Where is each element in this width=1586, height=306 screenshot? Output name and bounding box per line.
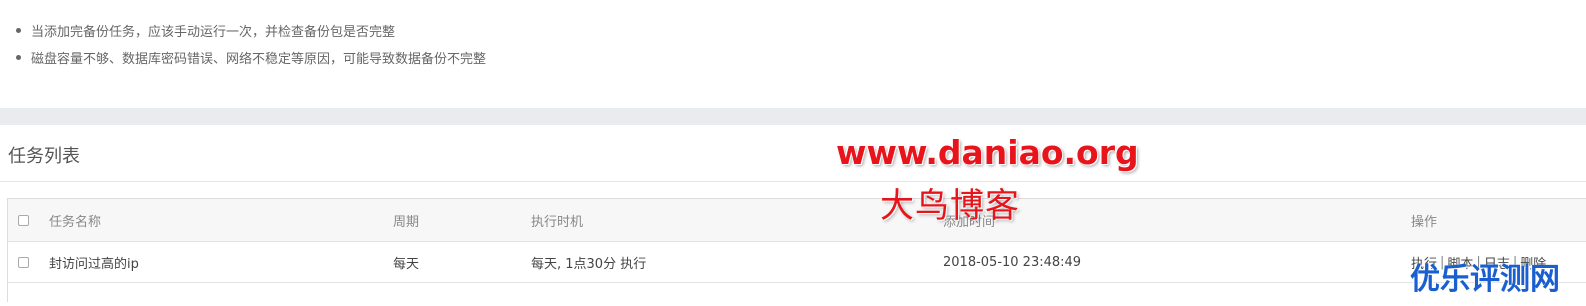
bullet-icon	[16, 55, 21, 60]
select-all-checkbox-cell	[18, 199, 29, 241]
watermark-url: www.daniao.org	[836, 133, 1139, 172]
header-exec-time: 执行时机	[531, 214, 584, 230]
watermark-corner: 优乐评测网	[1410, 262, 1560, 297]
task-list-panel: 任务列表 任务名称 周期 执行时机 添加时间 操作 封访问过高的ip 每天 每天…	[0, 125, 1586, 306]
header-name: 任务名称	[49, 214, 102, 230]
task-cycle: 每天	[393, 256, 420, 272]
header-actions: 操作	[1411, 214, 1438, 230]
tip-item: 磁盘容量不够、数据库密码错误、网络不稳定等原因，可能导致数据备份不完整	[16, 48, 486, 67]
row-checkbox-cell	[18, 242, 29, 282]
table-row: 封访问过高的ip 每天 每天, 1点30分 执行 2018-05-10 23:4…	[8, 242, 1586, 283]
section-gap	[0, 108, 1586, 125]
task-table: 任务名称 周期 执行时机 添加时间 操作 封访问过高的ip 每天 每天, 1点3…	[7, 198, 1586, 302]
tips-section: 当添加完备份任务，应该手动运行一次，并检查备份包是否完整 磁盘容量不够、数据库密…	[0, 0, 1586, 108]
task-name: 封访问过高的ip	[49, 256, 139, 272]
tip-text: 当添加完备份任务，应该手动运行一次，并检查备份包是否完整	[31, 25, 396, 40]
watermark-name: 大鸟博客	[880, 186, 1020, 226]
header-cycle: 周期	[393, 214, 420, 230]
task-added-time: 2018-05-10 23:48:49	[943, 254, 1082, 270]
panel-title: 任务列表	[8, 146, 80, 167]
task-exec-time: 每天, 1点30分 执行	[531, 256, 647, 272]
bullet-icon	[16, 28, 21, 33]
tip-text: 磁盘容量不够、数据库密码错误、网络不稳定等原因，可能导致数据备份不完整	[31, 52, 487, 67]
tip-item: 当添加完备份任务，应该手动运行一次，并检查备份包是否完整	[16, 21, 395, 40]
select-all-checkbox[interactable]	[18, 214, 29, 226]
divider	[0, 181, 1586, 182]
row-checkbox[interactable]	[18, 256, 29, 268]
table-header: 任务名称 周期 执行时机 添加时间 操作	[8, 199, 1586, 242]
